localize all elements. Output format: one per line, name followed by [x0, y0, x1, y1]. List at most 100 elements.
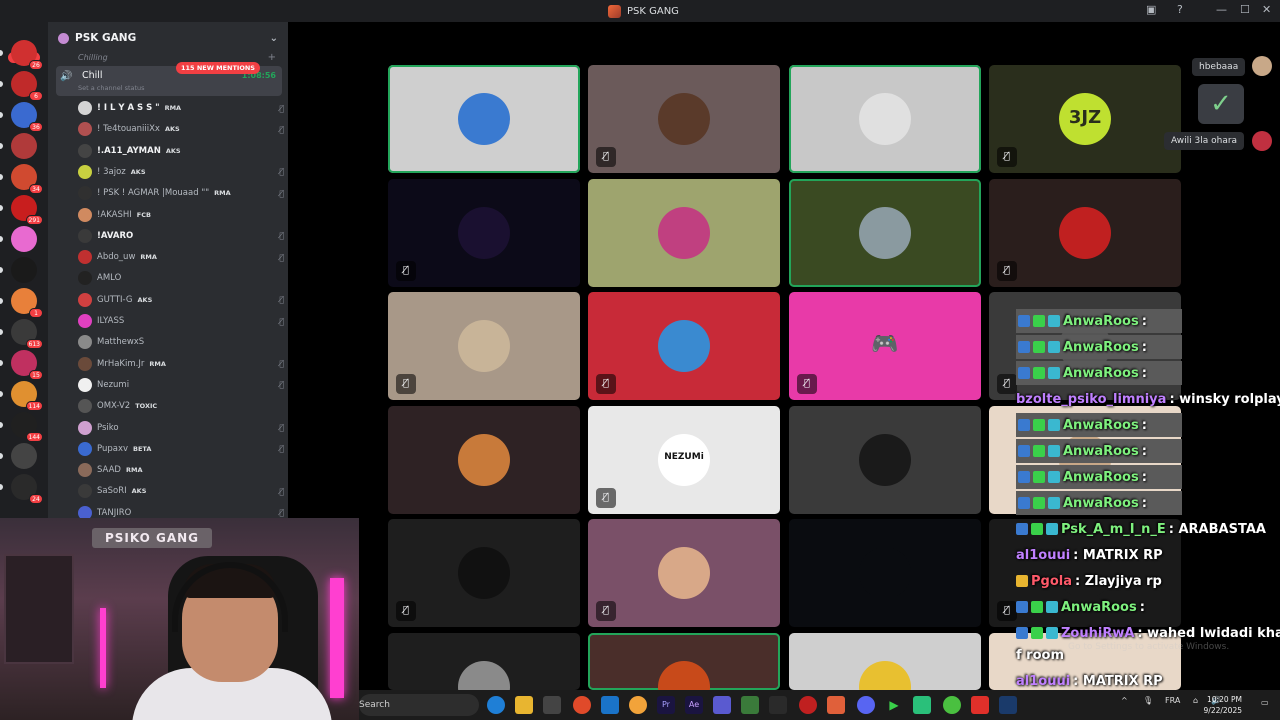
voice-member[interactable]: SAAD RMA — [78, 460, 284, 480]
server-icon-5[interactable]: 291 — [11, 195, 43, 225]
microphone-icon[interactable]: 🎙 — [1143, 696, 1153, 705]
teams-icon[interactable] — [713, 696, 731, 714]
voice-member[interactable]: GUTTI-G AKS 🎙̸ — [78, 290, 284, 310]
file-explorer-icon[interactable] — [515, 696, 533, 714]
participant-tile[interactable] — [789, 65, 981, 173]
edge-icon[interactable] — [487, 696, 505, 714]
voice-member[interactable]: Nezumi 🎙̸ — [78, 375, 284, 395]
avatar — [658, 320, 710, 372]
server-icon-14[interactable]: 24 — [11, 474, 43, 504]
participant-tile[interactable]: 3JZ 🎙̸ — [989, 65, 1181, 173]
app-icon[interactable] — [799, 696, 817, 714]
participant-tile[interactable] — [388, 633, 580, 690]
voice-member[interactable]: ! PSK ! AGMAR |Mouaad "" RMA 🎙̸ — [78, 183, 284, 203]
chat-badge-icon — [1033, 445, 1045, 457]
server-icon-0[interactable]: 26 — [11, 40, 43, 70]
voice-member[interactable]: ! I L Y A S S " RMA 🎙̸ — [78, 98, 284, 118]
server-icon-10[interactable]: 15 — [11, 350, 43, 380]
voice-member[interactable]: !.A11_AYMAN AKS — [78, 141, 284, 161]
outlook-icon[interactable] — [601, 696, 619, 714]
app-icon[interactable] — [741, 696, 759, 714]
chevron-down-icon[interactable]: ⌄ — [270, 33, 278, 44]
server-icon-12[interactable]: 144 — [11, 412, 43, 442]
participant-tile[interactable]: 🎙̸ — [588, 65, 780, 173]
new-mentions-badge[interactable]: 115 NEW MENTIONS — [176, 62, 260, 74]
channel-status[interactable]: Set a channel status — [78, 84, 145, 92]
voice-member[interactable]: MatthewxS — [78, 332, 284, 352]
participant-tile[interactable] — [388, 65, 580, 173]
avatar[interactable] — [1252, 56, 1272, 76]
server-icon-13[interactable] — [11, 443, 37, 469]
chrome-icon-2[interactable] — [629, 696, 647, 714]
discord-icon[interactable] — [857, 696, 875, 714]
server-icon-3[interactable] — [11, 133, 37, 159]
voice-member[interactable]: !AVARO 🎙̸ — [78, 226, 284, 246]
add-icon[interactable]: + — [268, 52, 276, 63]
participant-tile[interactable] — [588, 633, 780, 690]
participant-tile[interactable]: 🎮 🎙̸ — [789, 292, 981, 400]
help-icon[interactable]: ? — [1177, 3, 1183, 16]
chrome-icon[interactable] — [573, 696, 591, 714]
app-icon[interactable] — [913, 696, 931, 714]
chat-badge-icon — [1031, 523, 1043, 535]
channel-chilling[interactable]: Chilling — [78, 53, 108, 62]
close-icon[interactable]: ✕ — [1262, 3, 1271, 16]
server-icon-1[interactable]: 6 — [11, 71, 43, 101]
server-icon-2[interactable]: 36 — [11, 102, 43, 132]
server-icon-8[interactable]: 1 — [11, 288, 43, 318]
voice-member[interactable]: ILYASS 🎙̸ — [78, 311, 284, 331]
voice-member[interactable]: OMX-V2 TOXIC — [78, 396, 284, 416]
participant-tile[interactable] — [388, 406, 580, 514]
participant-tile[interactable] — [789, 406, 981, 514]
chat-badge-icon — [1033, 471, 1045, 483]
premiere-icon[interactable]: Pr — [657, 696, 675, 714]
language-indicator[interactable]: FRA — [1165, 696, 1180, 705]
avatar[interactable] — [1252, 131, 1272, 151]
checkmark-icon[interactable]: ✓ — [1198, 84, 1244, 124]
server-icon-4[interactable]: 34 — [11, 164, 43, 194]
clock[interactable]: 10:20 PM 9/22/2025 — [1204, 694, 1242, 716]
muted-icon: 🎙̸ — [997, 601, 1017, 621]
voice-member[interactable]: Psiko 🎙̸ — [78, 418, 284, 438]
server-icon-7[interactable] — [11, 257, 37, 283]
participant-tile[interactable]: 🎙̸ — [588, 292, 780, 400]
voice-member[interactable]: AMLO — [78, 268, 284, 288]
participant-tile[interactable]: 🎙̸ — [388, 292, 580, 400]
minimize-icon[interactable]: — — [1216, 3, 1227, 16]
participant-tile[interactable]: 🎙̸ — [388, 179, 580, 287]
server-header[interactable]: PSK GANG ⌄ — [48, 22, 288, 54]
after-effects-icon[interactable]: Ae — [685, 696, 703, 714]
participant-tile[interactable] — [789, 633, 981, 690]
store-icon[interactable] — [543, 696, 561, 714]
voice-member[interactable]: SaSoRI AKS 🎙̸ — [78, 481, 284, 501]
taskbar-search[interactable]: Search — [359, 694, 479, 716]
app-icon[interactable] — [769, 696, 787, 714]
app-icon[interactable] — [827, 696, 845, 714]
play-icon[interactable]: ▶ — [885, 696, 903, 714]
participant-tile[interactable] — [588, 179, 780, 287]
chevron-up-icon[interactable]: ^ — [1121, 696, 1128, 705]
participant-tile[interactable]: 🎙̸ — [989, 179, 1181, 287]
server-icon-6[interactable] — [11, 226, 37, 252]
participant-tile[interactable]: 🎙̸ — [588, 519, 780, 627]
notifications-icon[interactable]: ▭ — [1261, 698, 1269, 707]
participant-tile[interactable] — [789, 179, 981, 287]
voice-member[interactable]: Abdo_uw RMA 🎙̸ — [78, 247, 284, 267]
member-tag: AKS — [131, 487, 147, 496]
opera-icon[interactable] — [971, 696, 989, 714]
voice-member[interactable]: Pupaxv BETA 🎙̸ — [78, 439, 284, 459]
voice-member[interactable]: MrHaKim.Jr RMA 🎙̸ — [78, 354, 284, 374]
inbox-icon[interactable]: ▣ — [1146, 3, 1156, 16]
participant-tile[interactable]: NEZUMi 🎙̸ — [588, 406, 780, 514]
chrome-canary-icon[interactable] — [943, 696, 961, 714]
voice-member[interactable]: ! 3ajoz AKS 🎙̸ — [78, 162, 284, 182]
server-icon-9[interactable]: 613 — [11, 319, 43, 349]
participant-tile[interactable]: 🎙̸ — [388, 519, 580, 627]
server-icon-11[interactable]: 114 — [11, 381, 43, 411]
participant-tile[interactable] — [789, 519, 981, 627]
steam-icon[interactable] — [999, 696, 1017, 714]
network-icon[interactable]: ⌂ — [1193, 696, 1198, 705]
voice-member[interactable]: !AKASHI FCB — [78, 205, 284, 225]
maximize-icon[interactable]: ☐ — [1240, 3, 1250, 16]
voice-member[interactable]: ! Te4touaniiiXx AKS 🎙̸ — [78, 119, 284, 139]
